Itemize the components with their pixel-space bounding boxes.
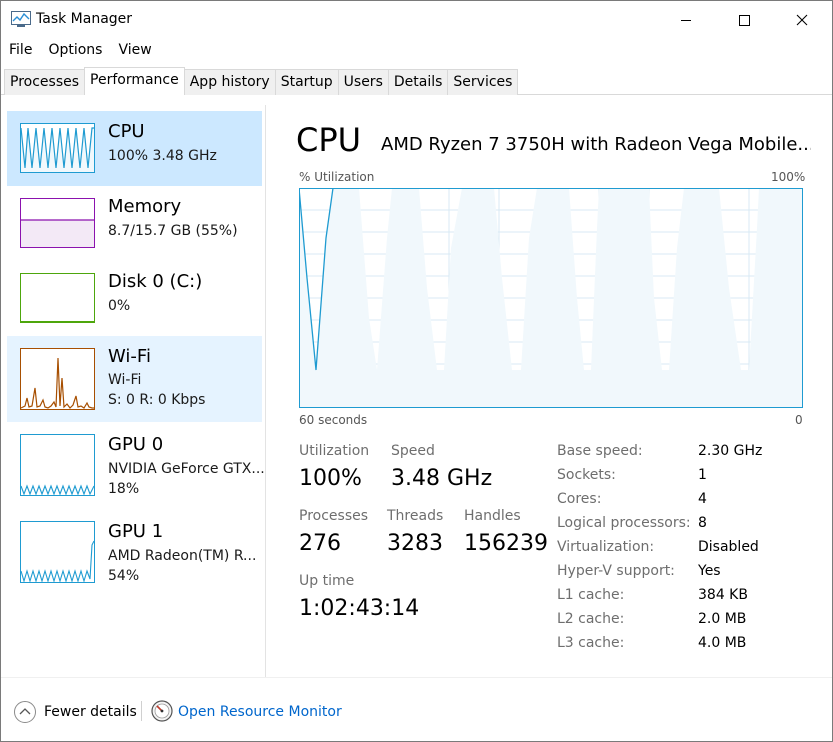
tab-performance[interactable]: Performance	[84, 67, 185, 95]
utilization-value: 100%	[299, 466, 362, 491]
time-axis-label: 60 seconds	[299, 413, 368, 427]
sidebar-item-wifi[interactable]: Wi-Fi Wi-Fi S: 0 R: 0 Kbps	[7, 336, 262, 422]
tab-bar: Processes Performance App history Startu…	[4, 67, 519, 95]
resource-sidebar: CPU 100% 3.48 GHz Memory 8.7/15.7 GB (55…	[1, 105, 266, 677]
info-value-logical-processors: 8	[698, 515, 707, 531]
cpu-utilization-graph	[299, 188, 803, 408]
sidebar-gpu1-name: AMD Radeon(TM) R...	[108, 548, 257, 564]
sidebar-wifi-title: Wi-Fi	[108, 346, 151, 367]
gpu0-thumbnail-graph	[20, 434, 95, 496]
sidebar-wifi-adapter: Wi-Fi	[108, 372, 142, 388]
info-label-l1-cache: L1 cache:	[557, 587, 625, 603]
maximize-icon	[739, 15, 750, 26]
title-bar[interactable]: Task Manager	[1, 1, 832, 39]
info-label-l2-cache: L2 cache:	[557, 611, 625, 627]
info-label-logical-processors: Logical processors:	[557, 515, 691, 531]
sidebar-item-gpu0[interactable]: GPU 0 NVIDIA GeForce GTX... 18%	[7, 427, 265, 512]
close-icon	[796, 14, 808, 26]
sidebar-gpu0-title: GPU 0	[108, 434, 164, 455]
footer-separator	[141, 701, 142, 721]
window-title: Task Manager	[36, 11, 133, 27]
processes-label: Processes	[299, 508, 369, 524]
handles-label: Handles	[464, 508, 521, 524]
minimize-button[interactable]	[657, 1, 715, 39]
info-value-cores: 4	[698, 491, 707, 507]
threads-value: 3283	[387, 531, 443, 556]
gpu1-thumbnail-graph	[20, 521, 95, 583]
time-axis-end-label: 0	[795, 413, 803, 427]
menu-file[interactable]: File	[1, 39, 40, 63]
tab-services[interactable]: Services	[447, 69, 519, 95]
utilization-axis-label: % Utilization	[299, 170, 375, 184]
info-value-l3-cache: 4.0 MB	[698, 635, 747, 651]
sidebar-memory-title: Memory	[108, 196, 182, 217]
fewer-details-button[interactable]: Fewer details	[44, 704, 137, 720]
task-manager-window: Task Manager File Options View Processes…	[0, 0, 833, 742]
sidebar-gpu0-usage: 18%	[108, 481, 140, 497]
sidebar-gpu0-name: NVIDIA GeForce GTX...	[108, 461, 265, 477]
sidebar-item-gpu1[interactable]: GPU 1 AMD Radeon(TM) R... 54%	[7, 514, 262, 599]
info-value-virtualization: Disabled	[698, 539, 759, 555]
page-title: CPU	[296, 121, 362, 159]
info-label-sockets: Sockets:	[557, 467, 616, 483]
info-label-cores: Cores:	[557, 491, 602, 507]
tab-app-history[interactable]: App history	[183, 69, 276, 95]
info-label-base-speed: Base speed:	[557, 443, 643, 459]
info-label-l3-cache: L3 cache:	[557, 635, 625, 651]
info-value-hyperv-support: Yes	[698, 563, 721, 579]
sidebar-gpu1-usage: 54%	[108, 568, 140, 584]
wifi-thumbnail-graph	[20, 348, 95, 410]
tab-details[interactable]: Details	[387, 69, 449, 95]
chevron-up-circle-icon[interactable]	[13, 700, 37, 724]
sidebar-item-memory[interactable]: Memory 8.7/15.7 GB (55%)	[7, 186, 262, 261]
resource-monitor-icon	[151, 700, 173, 722]
tab-processes[interactable]: Processes	[4, 69, 86, 95]
info-value-l2-cache: 2.0 MB	[698, 611, 747, 627]
speed-value: 3.48 GHz	[391, 466, 493, 491]
uptime-label: Up time	[299, 573, 355, 589]
sidebar-disk-usage: 0%	[108, 298, 131, 314]
handles-value: 156239	[464, 531, 548, 556]
utilization-max-label: 100%	[771, 170, 806, 184]
maximize-button[interactable]	[715, 1, 773, 39]
minimize-icon	[681, 20, 691, 21]
sidebar-cpu-title: CPU	[108, 121, 145, 142]
sidebar-item-disk[interactable]: Disk 0 (C:) 0%	[7, 261, 262, 336]
sidebar-memory-usage: 8.7/15.7 GB (55%)	[108, 223, 238, 239]
info-value-base-speed: 2.30 GHz	[698, 443, 763, 459]
tab-startup[interactable]: Startup	[274, 69, 339, 95]
menu-options[interactable]: Options	[40, 39, 110, 63]
sidebar-item-cpu[interactable]: CPU 100% 3.48 GHz	[7, 111, 262, 186]
sidebar-gpu1-title: GPU 1	[108, 521, 164, 542]
menu-bar: File Options View	[1, 39, 160, 63]
speed-label: Speed	[391, 443, 435, 459]
sidebar-wifi-throughput: S: 0 R: 0 Kbps	[108, 392, 206, 408]
cpu-model-name: AMD Ryzen 7 3750H with Radeon Vega Mobil…	[381, 134, 811, 155]
menu-view[interactable]: View	[110, 39, 159, 63]
tab-users[interactable]: Users	[337, 69, 389, 95]
info-value-sockets: 1	[698, 467, 707, 483]
info-value-l1-cache: 384 KB	[698, 587, 748, 603]
disk-thumbnail-graph	[20, 273, 95, 323]
info-label-virtualization: Virtualization:	[557, 539, 655, 555]
uptime-value: 1:02:43:14	[299, 596, 420, 621]
info-label-hyperv-support: Hyper-V support:	[557, 563, 675, 579]
processes-value: 276	[299, 531, 341, 556]
sidebar-cpu-usage: 100% 3.48 GHz	[108, 148, 217, 164]
sidebar-disk-title: Disk 0 (C:)	[108, 271, 203, 292]
memory-thumbnail-graph	[20, 198, 95, 248]
footer-divider	[1, 677, 832, 678]
utilization-label: Utilization	[299, 443, 370, 459]
cpu-thumbnail-graph	[20, 123, 95, 173]
threads-label: Threads	[387, 508, 444, 524]
close-button[interactable]	[773, 1, 831, 39]
open-resource-monitor-link[interactable]: Open Resource Monitor	[178, 704, 342, 720]
task-manager-app-icon	[11, 11, 31, 27]
